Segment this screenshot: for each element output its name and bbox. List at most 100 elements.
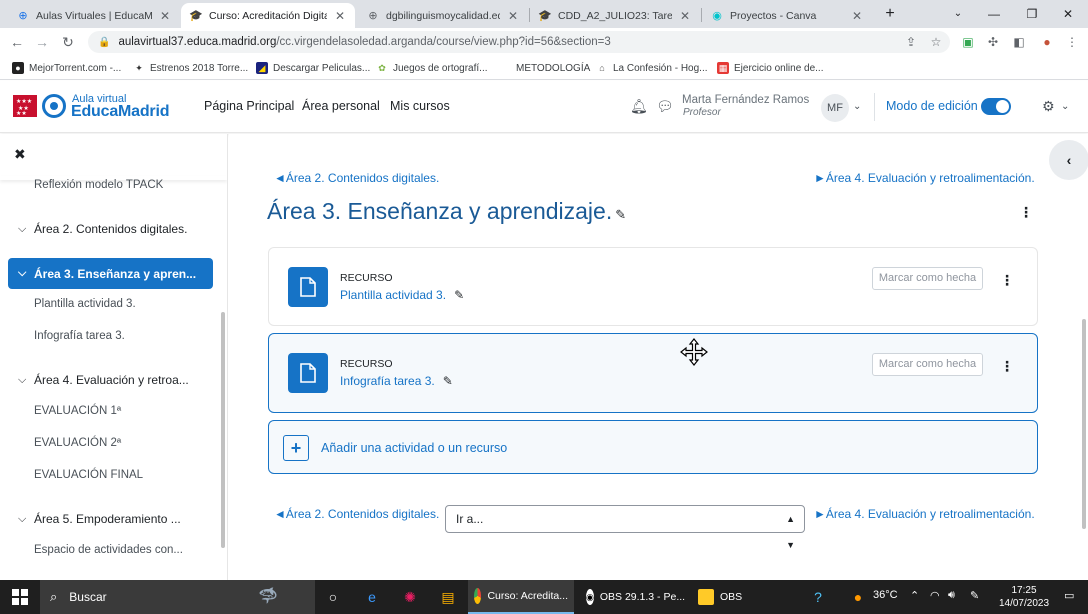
taskbar-search[interactable]: ⌕ Buscar 🦈︎	[40, 580, 315, 614]
notifications-icon[interactable]: ▭	[1064, 589, 1074, 602]
restore-button[interactable]: ❐	[1022, 4, 1042, 24]
minimize-button[interactable]: —	[984, 4, 1004, 24]
activity-menu-icon[interactable]: ⋮	[1000, 358, 1014, 375]
url-bar[interactable]: 🔒 aulavirtual37.educa.madrid.org/cc.virg…	[88, 31, 950, 53]
mark-as-done-button[interactable]: Marcar como hecha	[872, 353, 983, 376]
bell-icon[interactable]: 🔔︎	[630, 98, 648, 115]
pencil-icon[interactable]: ✎	[454, 288, 464, 302]
prev-section-link[interactable]: ◄Área 2. Contenidos digitales.	[274, 171, 439, 185]
side-panel-icon[interactable]: ◧	[1010, 33, 1028, 51]
course-index-item[interactable]: EVALUACIÓN 1ª	[34, 405, 121, 417]
close-tab-icon[interactable]: ✕	[850, 9, 864, 23]
course-index-section[interactable]: ⌵ Área 5. Empoderamiento ...	[18, 512, 181, 526]
close-tab-icon[interactable]: ✕	[506, 9, 520, 23]
educamadrid-logo-icon[interactable]	[42, 94, 66, 118]
bookmark-item[interactable]: METODOLOGÍA	[516, 60, 590, 76]
section-menu-icon[interactable]: ⋮	[1019, 204, 1033, 221]
taskbar-app-chrome[interactable]: Curso: Acredita...	[468, 580, 574, 614]
windows-start-icon[interactable]	[12, 589, 28, 605]
prev-section-link[interactable]: ◄Área 2. Contenidos digitales.	[274, 507, 439, 521]
pen-icon[interactable]: ✎	[970, 589, 979, 602]
browser-tab[interactable]: ◉ Proyectos - Canva ✕	[702, 3, 872, 28]
open-block-drawer-button[interactable]: ‹	[1049, 140, 1088, 180]
activity-name-link[interactable]: Plantilla actividad 3. ✎	[340, 288, 464, 302]
chevron-down-icon[interactable]: ⌵	[18, 513, 34, 526]
browser-tab[interactable]: ⊕ dgbilinguismoycalidad.educ ✕	[358, 3, 528, 28]
nav-link-home[interactable]: Página Principal	[204, 99, 294, 113]
browser-tab[interactable]: ⊕ Aulas Virtuales | EducaMadri ✕	[8, 3, 180, 28]
profile-avatar-icon[interactable]: ●	[1038, 33, 1056, 51]
close-tab-icon[interactable]: ✕	[333, 9, 347, 23]
next-section-link[interactable]: ►Área 4. Evaluación y retroalimentación.	[814, 171, 1035, 185]
volume-icon[interactable]: 🔊︎	[948, 589, 955, 602]
browser-tab[interactable]: 🎓 CDD_A2_JULIO23: Tarea prác ✕	[530, 3, 700, 28]
close-icon[interactable]: ✖	[14, 146, 26, 163]
share-icon[interactable]: ⇪	[902, 33, 920, 51]
madrid-flag-logo[interactable]: ★★★ ★★ ★★	[13, 95, 37, 117]
chevron-down-icon[interactable]: ⌄	[853, 101, 861, 112]
tab-search-icon[interactable]: ⌄	[948, 4, 968, 24]
bookmark-item[interactable]: ✿ Juegos de ortografí...	[376, 60, 487, 76]
course-index-item[interactable]: Infografía tarea 3.	[34, 330, 125, 342]
chevron-down-icon[interactable]: ⌵	[18, 223, 34, 236]
course-index-item[interactable]: EVALUACIÓN FINAL	[34, 469, 143, 481]
browser-tab-active[interactable]: 🎓 Curso: Acreditación Digital D ✕	[181, 3, 355, 28]
course-index-section[interactable]: ⌵ Área 2. Contenidos digitales.	[18, 222, 187, 236]
chevron-up-icon[interactable]: ⌃	[910, 589, 919, 602]
course-index-section[interactable]: ⌵ Área 4. Evaluación y retroa...	[18, 373, 189, 387]
user-name[interactable]: Marta Fernández Ramos	[682, 94, 809, 106]
browser-menu-icon[interactable]: ⋮	[1063, 33, 1081, 51]
gear-icon[interactable]: ⚙	[1042, 98, 1055, 115]
jump-to-select[interactable]: Ir a... ▲ ▼	[445, 505, 805, 550]
extension-icon[interactable]: ▣	[959, 33, 977, 51]
chat-bubble-icon[interactable]: 💬︎	[656, 98, 674, 115]
taskbar-app-obs[interactable]: ◉ OBS 29.1.3 - Pe...	[580, 580, 686, 614]
course-index-item[interactable]: Espacio de actividades con...	[34, 544, 183, 556]
chevron-down-icon[interactable]: ⌄	[1061, 101, 1069, 112]
drawer-scrollbar[interactable]	[221, 312, 225, 548]
help-icon[interactable]: ?	[808, 587, 828, 607]
bookmark-item[interactable]: ✦ Estrenos 2018 Torre...	[133, 60, 248, 76]
weather-sun-icon[interactable]: ●	[848, 587, 868, 607]
activity-card[interactable]: RECURSO Plantilla actividad 3. ✎ Marcar c…	[268, 247, 1038, 326]
course-index-item[interactable]: Plantilla actividad 3.	[34, 298, 136, 310]
close-tab-icon[interactable]: ✕	[678, 9, 692, 23]
close-window-button[interactable]: ✕	[1058, 4, 1078, 24]
activity-name[interactable]: Infografía tarea 3.	[340, 374, 435, 388]
nav-link-my-courses[interactable]: Mis cursos	[390, 99, 450, 113]
edge-icon[interactable]: e	[362, 587, 382, 607]
bookmark-item[interactable]: ● MejorTorrent.com -...	[12, 60, 121, 76]
close-tab-icon[interactable]: ✕	[158, 9, 172, 23]
file-explorer-icon[interactable]: ▤	[438, 587, 458, 607]
course-index-section-active[interactable]: ⌵ Área 3. Enseñanza y apren...	[8, 258, 213, 289]
activity-menu-icon[interactable]: ⋮	[1000, 272, 1014, 289]
chevron-down-icon[interactable]: ⌵	[18, 374, 34, 387]
forward-button[interactable]: →	[32, 32, 52, 52]
avatar[interactable]: MF	[821, 94, 849, 122]
mark-as-done-button[interactable]: Marcar como hecha	[872, 267, 983, 290]
bookmark-item[interactable]: ⌂ La Confesión - Hog...	[596, 60, 707, 76]
bookmark-item[interactable]: ▦ Ejercicio online de...	[717, 60, 824, 76]
course-index-item[interactable]: EVALUACIÓN 2ª	[34, 437, 121, 449]
edit-mode-toggle[interactable]	[981, 98, 1011, 115]
temperature[interactable]: 36°C	[873, 589, 898, 601]
wifi-icon[interactable]: ◠	[930, 589, 940, 602]
reload-button[interactable]: ↻	[58, 32, 78, 52]
nav-link-dashboard[interactable]: Área personal	[302, 99, 380, 113]
taskbar-app-folder[interactable]: OBS	[692, 580, 752, 614]
activity-name-link[interactable]: Infografía tarea 3. ✎	[340, 374, 453, 388]
puzzle-icon[interactable]: ✣	[984, 33, 1002, 51]
pencil-icon[interactable]: ✎	[443, 374, 453, 388]
chevron-down-icon[interactable]: ⌵	[18, 267, 34, 280]
add-activity-button[interactable]: + Añadir una actividad o un recurso	[268, 420, 1038, 474]
app-icon[interactable]: ✺	[400, 587, 420, 607]
new-tab-button[interactable]: +	[880, 4, 900, 24]
task-view-icon[interactable]: ○	[323, 587, 343, 607]
activity-name[interactable]: Plantilla actividad 3.	[340, 288, 446, 302]
bookmark-item[interactable]: ◢ Descargar Peliculas...	[256, 60, 370, 76]
clock[interactable]: 17:25 14/07/2023	[994, 584, 1054, 610]
bookmark-star-icon[interactable]: ☆	[927, 33, 945, 51]
back-button[interactable]: ←	[7, 32, 27, 52]
activity-card[interactable]: RECURSO Infografía tarea 3. ✎ Marcar como…	[268, 333, 1038, 413]
logo-title[interactable]: EducaMadrid	[71, 103, 169, 121]
